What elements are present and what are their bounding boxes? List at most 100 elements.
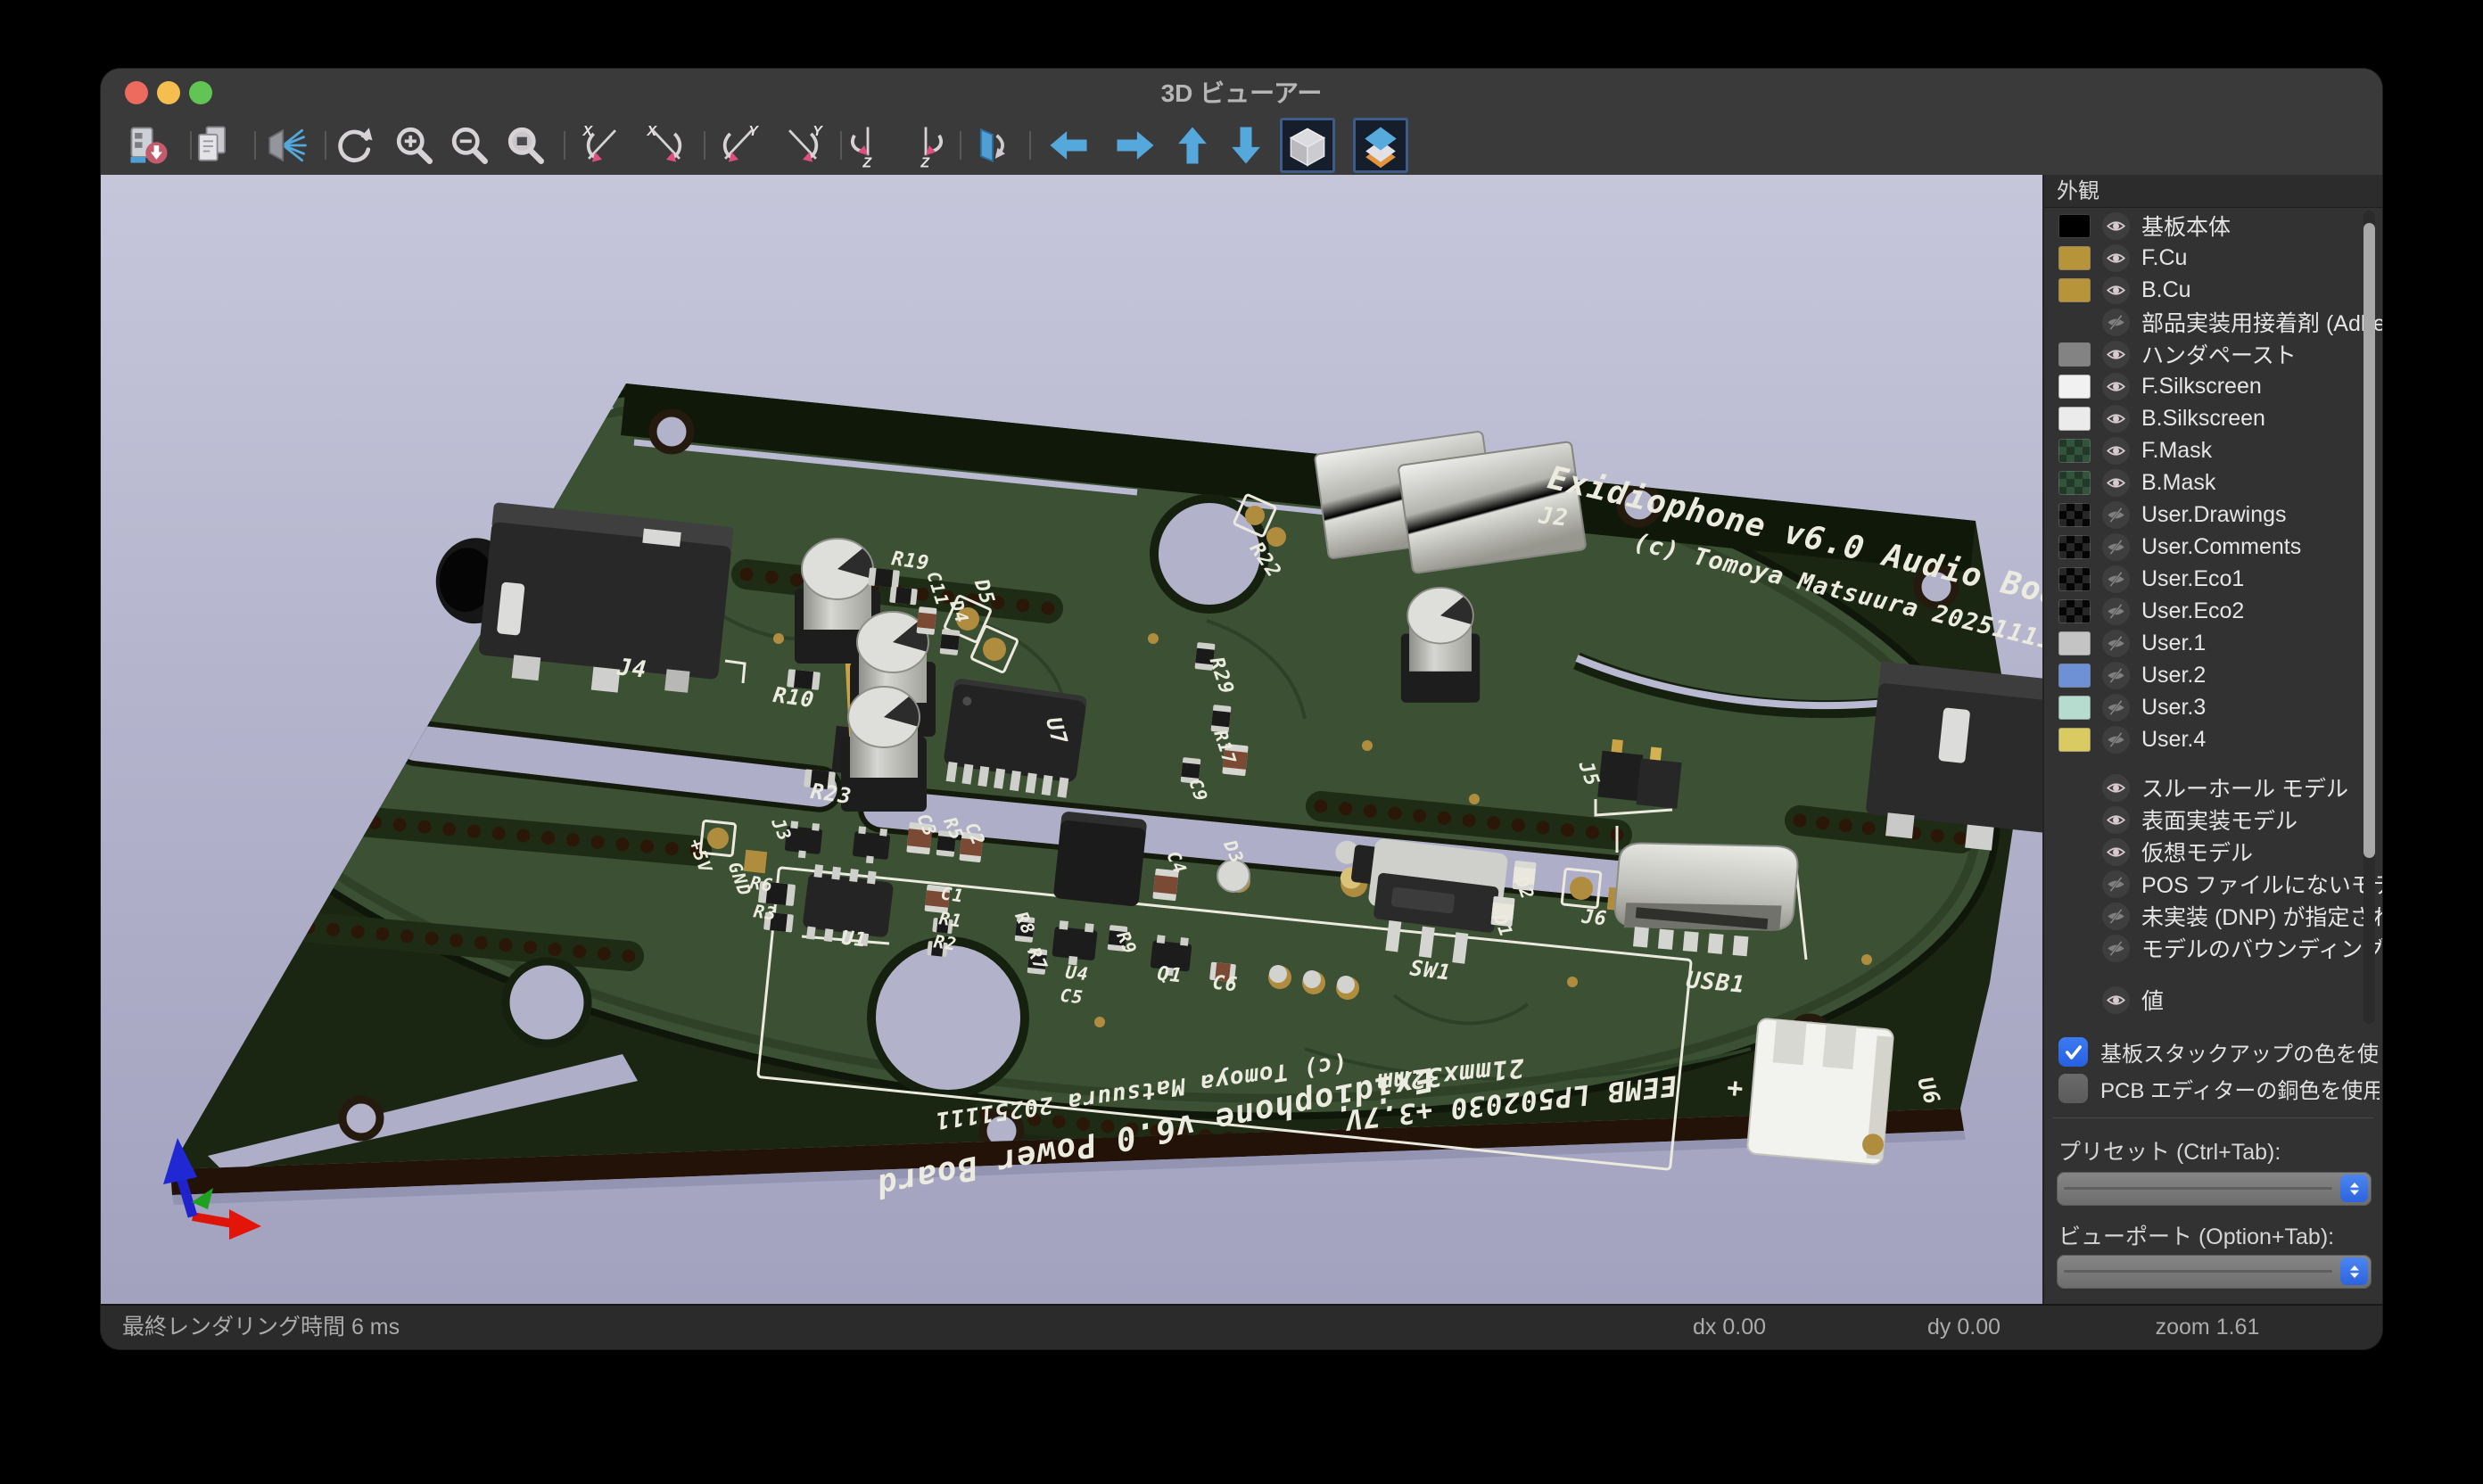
silkscreen-ref-label: + [1726,1072,1745,1105]
3d-viewport[interactable]: Exidiophone v6.0 Audio Board (c) Tomoya … [101,175,2042,1304]
visibility-eye-icon[interactable] [2102,838,2130,866]
render-time-status: 最終レンダリング時間 6 ms [122,1306,400,1349]
preset-label: プリセット (Ctrl+Tab): [2058,1134,2281,1167]
export-3d-image-icon [124,120,174,170]
visibility-eye-off-icon[interactable] [2102,935,2130,962]
visibility-eye-off-icon[interactable] [2102,694,2130,721]
layer-color-swatch[interactable] [2058,535,2091,559]
layers-icon [1356,120,1406,170]
rotate-y-ccw-icon: Y [778,120,828,170]
layers-manager-button[interactable] [1353,118,1408,173]
visibility-eye-icon[interactable] [2102,437,2130,465]
orthographic-projection-button[interactable] [1280,118,1335,173]
zoom-fit-button[interactable] [500,120,550,170]
use-pcb-editor-copper-label: PCB エディターの銅色を使用 [2100,1073,2380,1104]
layer-color-swatch[interactable] [2058,342,2091,367]
layer-color-swatch[interactable] [2058,728,2091,752]
toolbar-separator [254,131,256,160]
pan-right-button[interactable] [1110,120,1160,170]
layer-color-swatch[interactable] [2058,439,2091,463]
preset-dropdown[interactable] [2057,1172,2372,1206]
pan-up-button[interactable] [1167,120,1217,170]
visibility-eye-off-icon[interactable] [2102,533,2130,561]
flip-board-button[interactable] [967,120,1017,170]
layer-color-swatch[interactable] [2058,631,2091,655]
layer-label: User.4 [2141,727,2206,753]
visibility-eye-off-icon[interactable] [2102,870,2130,898]
layer-color-swatch[interactable] [2058,375,2091,399]
arrow-left-icon [1044,120,1093,170]
sidebar-scrollbar-track[interactable] [2363,210,2375,1024]
silkscreen-ref-label: U1 [840,928,868,952]
visibility-eye-off-icon[interactable] [2102,565,2130,593]
visibility-eye-icon[interactable] [2102,244,2130,272]
zoom-in-button[interactable] [389,120,439,170]
raytrace-render-button[interactable] [260,120,310,170]
rotate-y-cw-button[interactable]: Y [714,120,763,170]
rotate-y-ccw-button[interactable]: Y [778,120,828,170]
pan-left-button[interactable] [1044,120,1093,170]
use-pcb-editor-copper-checkbox[interactable] [2058,1074,2088,1103]
silkscreen-ref-label: J4 [615,654,648,683]
rotate-z-cw-button[interactable]: Z [843,120,893,170]
visibility-eye-icon[interactable] [2102,212,2130,240]
viewport-dropdown[interactable] [2057,1255,2372,1289]
layer-color-swatch[interactable] [2058,664,2091,688]
stepper-icon[interactable] [2340,1175,2368,1202]
export-3d-image-button[interactable] [124,120,174,170]
title-bar[interactable]: 3D ビューアー [101,69,2382,116]
refresh-view-button[interactable] [329,120,379,170]
layer-row: B.Cu [2044,274,2382,306]
silkscreen-ref-label: U4 [1065,961,1090,985]
visibility-eye-off-icon[interactable] [2102,598,2130,625]
layer-color-swatch[interactable] [2058,407,2091,431]
zoom-status: zoom 1.61 [2156,1306,2260,1349]
visibility-eye-icon[interactable] [2102,405,2130,433]
appearance-panel: 外観 基板本体F.CuB.Cu部品実装用接着剤 (Adhesive)ハンダペース… [2042,175,2382,1304]
layer-label: POS ファイルにないモデル [2141,868,2382,900]
visibility-eye-off-icon[interactable] [2102,662,2130,689]
visibility-eye-off-icon[interactable] [2102,903,2130,930]
visibility-eye-off-icon[interactable] [2102,501,2130,529]
use-stackup-colors-checkbox[interactable] [2058,1037,2088,1067]
visibility-eye-off-icon[interactable] [2102,309,2130,336]
visibility-eye-icon[interactable] [2102,373,2130,400]
use-stackup-colors-label: 基板スタックアップの色を使用 [2100,1036,2380,1068]
rotate-z-ccw-button[interactable]: Z [901,120,951,170]
zoom-out-button[interactable] [444,120,494,170]
visibility-eye-icon[interactable] [2102,774,2130,802]
visibility-eye-icon[interactable] [2102,276,2130,304]
svg-text:Z: Z [920,155,930,170]
sidebar-scrollbar-thumb[interactable] [2363,223,2375,858]
layer-row: F.Cu [2044,242,2382,274]
layer-color-swatch[interactable] [2058,696,2091,720]
dy-status: dy 0.00 [1927,1306,2000,1349]
visibility-eye-icon[interactable] [2102,986,2130,1014]
rotate-x-ccw-icon: X [641,120,691,170]
status-bar: 最終レンダリング時間 6 ms dx 0.00 dy 0.00 zoom 1.6… [101,1304,2382,1349]
pcb-panel: Exidiophone v6.0 Audio Board (c) Tomoya … [105,296,2043,1205]
silkscreen-ref-label: C6 [1211,972,1239,997]
layer-label: User.3 [2141,695,2206,721]
stepper-icon[interactable] [2340,1257,2368,1285]
layer-row: ハンダペースト [2044,338,2382,370]
layer-color-swatch[interactable] [2058,246,2091,270]
layer-color-swatch[interactable] [2058,214,2091,238]
copy-image-button[interactable] [188,120,238,170]
visibility-eye-off-icon[interactable] [2102,630,2130,657]
silkscreen-ref-label: J6 [1580,906,1608,931]
visibility-eye-off-icon[interactable] [2102,726,2130,754]
layer-color-swatch[interactable] [2058,567,2091,591]
visibility-eye-icon[interactable] [2102,469,2130,497]
layer-color-swatch[interactable] [2058,278,2091,302]
rotate-x-ccw-button[interactable]: X [641,120,691,170]
layer-color-swatch[interactable] [2058,471,2091,495]
zoom-in-icon [389,120,439,170]
layer-label: B.Cu [2141,277,2191,303]
layer-color-swatch[interactable] [2058,599,2091,623]
pan-down-button[interactable] [1221,120,1271,170]
visibility-eye-icon[interactable] [2102,806,2130,834]
layer-color-swatch[interactable] [2058,503,2091,527]
visibility-eye-icon[interactable] [2102,341,2130,368]
rotate-x-cw-button[interactable]: X [577,120,627,170]
